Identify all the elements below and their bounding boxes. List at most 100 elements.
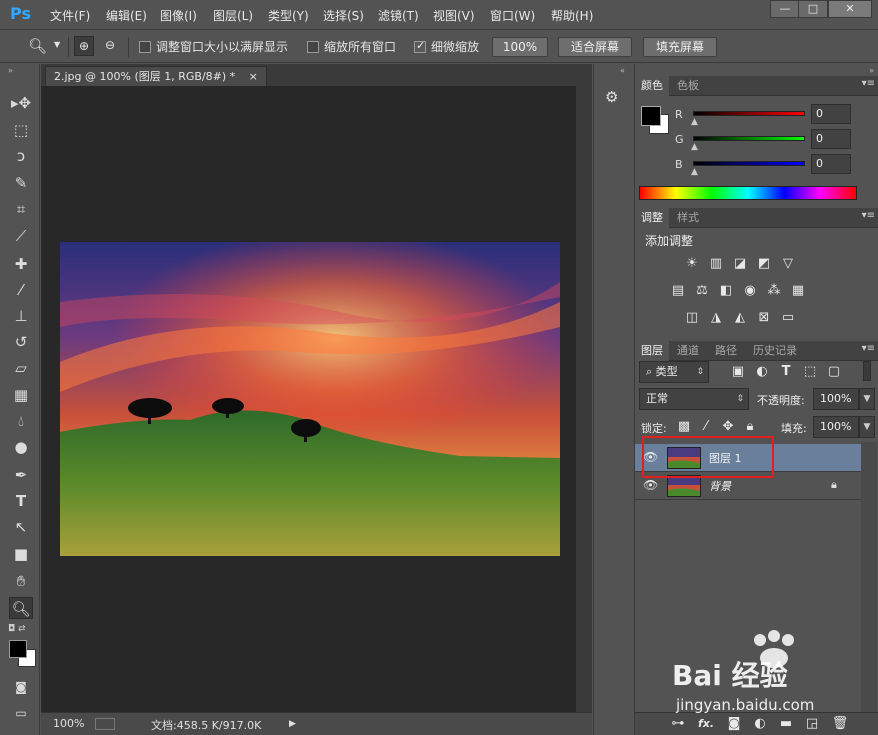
lock-all-icon[interactable]: 🔒︎	[741, 419, 759, 435]
crop-tool-icon[interactable]: ⌗	[9, 198, 33, 220]
marquee-tool-icon[interactable]: ⬚	[9, 119, 33, 141]
foreground-color-swatch[interactable]	[9, 640, 27, 658]
lock-transparent-icon[interactable]: ▩	[675, 419, 693, 435]
status-options-icon[interactable]	[95, 718, 115, 730]
hue-saturation-icon[interactable]: ▤	[669, 283, 687, 299]
zoom-in-icon[interactable]: ⊕	[74, 36, 94, 56]
menu-file[interactable]: 文件(F)	[50, 7, 90, 24]
path-selection-tool-icon[interactable]: ↖	[9, 516, 33, 538]
gradient-tool-icon[interactable]: ▦	[9, 384, 33, 406]
checkbox-box[interactable]	[414, 41, 426, 53]
scrubby-zoom-checkbox[interactable]: 细微缩放	[414, 38, 479, 55]
color-balance-icon[interactable]: ⚖	[693, 283, 711, 299]
menu-help[interactable]: 帮助(H)	[551, 7, 593, 24]
visibility-eye-icon[interactable]: 👁︎	[643, 478, 658, 492]
quick-select-tool-icon[interactable]: ✎	[9, 172, 33, 194]
tab-swatches[interactable]: 色板	[671, 76, 705, 96]
threshold-icon[interactable]: ◭	[731, 310, 749, 326]
channel-mixer-icon[interactable]: ⁂	[765, 283, 783, 299]
collapse-arrows-icon[interactable]: »	[8, 66, 13, 75]
healing-brush-tool-icon[interactable]: ✚	[9, 253, 33, 275]
document-image[interactable]	[60, 242, 560, 556]
green-value[interactable]: 0	[811, 129, 851, 149]
tab-channels[interactable]: 通道	[671, 341, 705, 361]
lasso-tool-icon[interactable]: ↄ	[9, 145, 33, 167]
blur-tool-icon[interactable]: 💧︎	[9, 410, 33, 432]
photo-filter-icon[interactable]: ◉	[741, 283, 759, 299]
menu-layer[interactable]: 图层(L)	[213, 7, 253, 24]
black-white-icon[interactable]: ◧	[717, 283, 735, 299]
zoom-out-icon[interactable]: ⊖	[100, 36, 120, 56]
menu-view[interactable]: 视图(V)	[433, 7, 475, 24]
red-track[interactable]	[693, 111, 805, 116]
zoom-100-button[interactable]: 100%	[492, 37, 548, 57]
tab-color[interactable]: 颜色	[635, 76, 669, 96]
tab-adjustments[interactable]: 调整	[635, 208, 669, 228]
expand-arrows-icon[interactable]: »	[869, 66, 874, 75]
color-spectrum-bar[interactable]	[639, 186, 857, 200]
lock-position-icon[interactable]: ✥	[719, 419, 737, 435]
fill-input[interactable]: 100%	[813, 416, 859, 438]
tab-paths[interactable]: 路径	[709, 341, 743, 361]
menu-select[interactable]: 选择(S)	[323, 7, 364, 24]
quick-mask-icon[interactable]: ◙	[9, 676, 33, 698]
checkbox-box[interactable]	[307, 41, 319, 53]
properties-icon[interactable]: ⚙	[605, 88, 618, 106]
pen-tool-icon[interactable]: ✒	[9, 464, 33, 486]
filter-adjustment-icon[interactable]: ◐	[753, 364, 771, 380]
vibrance-icon[interactable]: ▽	[779, 256, 797, 272]
filter-shape-icon[interactable]: ⬚	[801, 364, 819, 380]
checkbox-box[interactable]	[139, 41, 151, 53]
menu-filter[interactable]: 滤镜(T)	[378, 7, 419, 24]
zoom-tool-icon[interactable]: 🔍︎	[9, 597, 33, 619]
brush-tool-icon[interactable]: ⁄	[9, 279, 33, 301]
hand-tool-icon[interactable]: ✋︎	[9, 570, 33, 592]
document-tab[interactable]: 2.jpg @ 100% (图层 1, RGB/8#) * ×	[45, 66, 267, 86]
move-tool-icon[interactable]: ▸✥	[9, 92, 33, 114]
menu-type[interactable]: 类型(Y)	[268, 7, 309, 24]
tab-layers[interactable]: 图层	[635, 341, 669, 361]
invert-icon[interactable]: ◫	[683, 310, 701, 326]
panel-menu-icon[interactable]: ▾≡	[862, 78, 875, 89]
default-colors-icon[interactable]: ◘ ⇄	[8, 624, 26, 634]
history-brush-tool-icon[interactable]: ↺	[9, 331, 33, 353]
menu-edit[interactable]: 编辑(E)	[106, 7, 147, 24]
close-tab-icon[interactable]: ×	[249, 70, 258, 83]
selective-color-icon[interactable]: ⊠	[755, 310, 773, 326]
slider-thumb-icon[interactable]: ▲	[691, 142, 698, 152]
menu-image[interactable]: 图像(I)	[160, 7, 197, 24]
minimize-button[interactable]: —	[770, 0, 800, 18]
eraser-tool-icon[interactable]: ▱	[9, 357, 33, 379]
fit-screen-button[interactable]: 适合屏幕	[558, 37, 632, 57]
menu-window[interactable]: 窗口(W)	[490, 7, 535, 24]
red-value[interactable]: 0	[811, 104, 851, 124]
opacity-input[interactable]: 100%	[813, 388, 859, 410]
fill-arrow-icon[interactable]: ▼	[859, 416, 875, 438]
collapse-arrows-icon[interactable]: «	[620, 66, 625, 75]
rectangle-tool-icon[interactable]: ■	[9, 543, 33, 565]
tab-styles[interactable]: 样式	[671, 208, 705, 228]
foreground-color-swatch[interactable]	[641, 106, 661, 126]
blue-track[interactable]	[693, 161, 805, 166]
curves-icon[interactable]: ◪	[731, 256, 749, 272]
lock-image-icon[interactable]: ⁄	[697, 419, 715, 435]
layer-filter-dropdown[interactable]: ⌕ 类型 ⇕	[639, 361, 709, 383]
status-menu-arrow-icon[interactable]: ▶	[289, 719, 296, 729]
brightness-contrast-icon[interactable]: ☀	[683, 256, 701, 272]
resize-windows-checkbox[interactable]: 调整窗口大小以满屏显示	[139, 38, 288, 55]
filter-smart-object-icon[interactable]: ▢	[825, 364, 843, 380]
screen-mode-icon[interactable]: ▭	[9, 702, 33, 724]
vertical-scrollbar[interactable]	[576, 86, 592, 712]
blue-value[interactable]: 0	[811, 154, 851, 174]
blend-mode-dropdown[interactable]: 正常 ⇕	[639, 388, 749, 410]
fill-screen-button[interactable]: 填充屏幕	[643, 37, 717, 57]
tool-preset-arrow-icon[interactable]: ▼	[54, 40, 60, 49]
panel-menu-icon[interactable]: ▾≡	[862, 343, 875, 354]
slider-thumb-icon[interactable]: ▲	[691, 117, 698, 127]
gradient-map-icon[interactable]: ▭	[779, 310, 797, 326]
posterize-icon[interactable]: ◮	[707, 310, 725, 326]
dodge-tool-icon[interactable]: ●	[9, 436, 33, 458]
slider-thumb-icon[interactable]: ▲	[691, 167, 698, 177]
color-lookup-icon[interactable]: ▦	[789, 283, 807, 299]
type-tool-icon[interactable]: T	[9, 490, 33, 512]
